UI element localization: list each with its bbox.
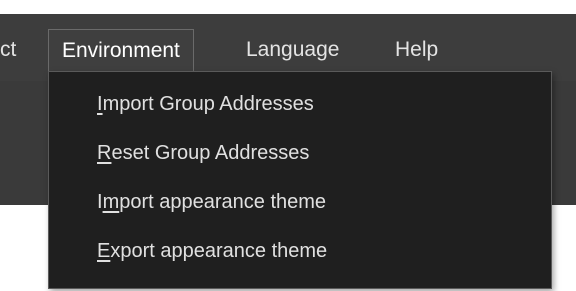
menu-item-label: mport Group Addresses xyxy=(102,93,314,115)
menu-item-reset-group-addresses[interactable]: Reset Group Addresses xyxy=(97,138,309,168)
menu-project[interactable]: ct xyxy=(0,34,40,66)
mnemonic-letter: E xyxy=(97,240,111,262)
menu-item-import-group-addresses[interactable]: Import Group Addresses xyxy=(97,89,314,119)
menu-item-label: xport appearance theme xyxy=(110,240,328,262)
menu-language-label: Language xyxy=(246,38,340,61)
menu-environment[interactable]: Environment xyxy=(48,29,194,72)
mnemonic-letter: m xyxy=(102,191,120,213)
menu-item-import-appearance-theme[interactable]: Import appearance theme xyxy=(97,187,326,217)
menu-project-label: ct xyxy=(0,38,17,61)
menu-help-label: Help xyxy=(395,38,439,61)
menu-language[interactable]: Language xyxy=(246,34,339,66)
mnemonic-letter: R xyxy=(97,142,112,164)
menu-item-export-appearance-theme[interactable]: Export appearance theme xyxy=(97,236,327,266)
menu-item-label: eset Group Addresses xyxy=(111,142,310,164)
menu-help[interactable]: Help xyxy=(395,34,438,66)
environment-dropdown-menu: Import Group Addresses Reset Group Addre… xyxy=(48,71,552,289)
window-top-edge xyxy=(0,0,576,14)
menu-environment-label: Environment xyxy=(62,39,180,62)
menu-item-label: port appearance theme xyxy=(119,191,327,213)
